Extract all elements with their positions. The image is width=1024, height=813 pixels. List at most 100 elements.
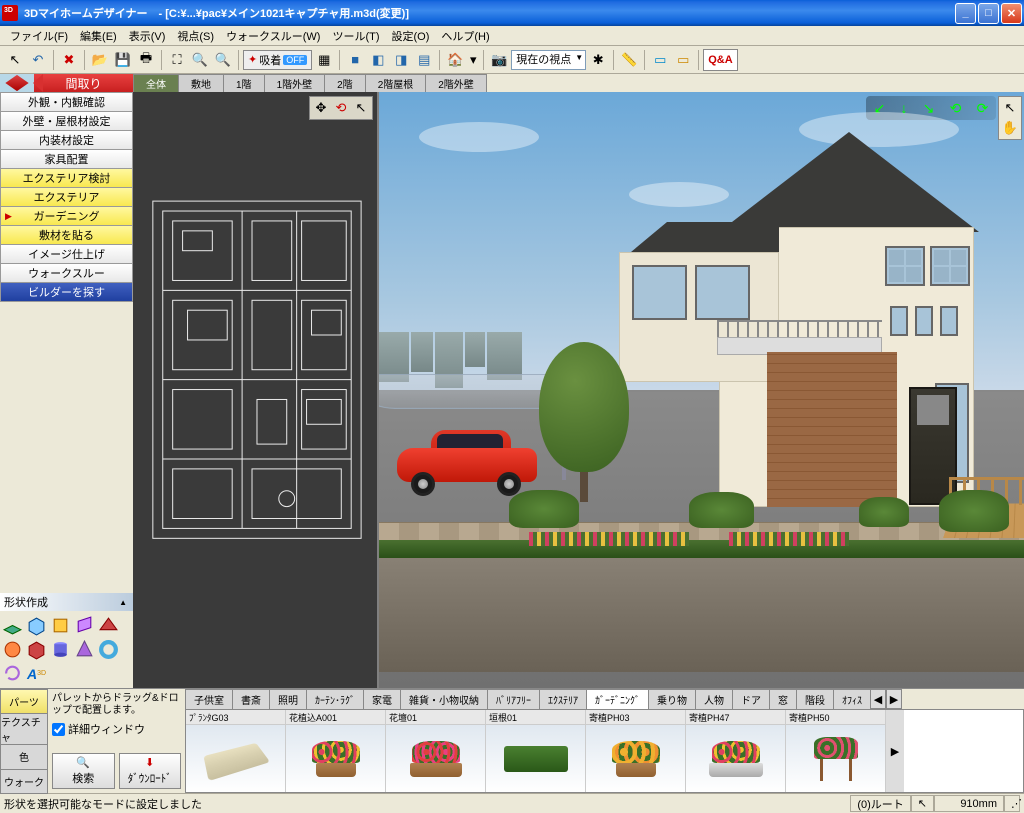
ruler-icon[interactable]: 📏 bbox=[618, 49, 640, 71]
shape-cube-icon[interactable] bbox=[50, 615, 71, 636]
cat-scroll-right[interactable]: ▶ bbox=[886, 689, 902, 709]
close-button[interactable]: ✕ bbox=[1001, 3, 1022, 24]
zoom-fit-icon[interactable]: ⛶ bbox=[166, 49, 188, 71]
undo-icon[interactable]: ↶ bbox=[27, 49, 49, 71]
shape-roof-icon[interactable] bbox=[98, 615, 119, 636]
qa-button[interactable]: Q&A bbox=[703, 49, 737, 71]
menu-walkthrough[interactable]: ウォークスルー(W) bbox=[220, 26, 326, 46]
mode-madori-button[interactable]: 間取り bbox=[34, 74, 133, 92]
nav-wall-roof[interactable]: 外壁・屋根材設定 bbox=[0, 111, 133, 131]
menu-viewpoint[interactable]: 視点(S) bbox=[171, 26, 220, 46]
shape-cone-icon[interactable] bbox=[74, 639, 95, 660]
thumb-item[interactable]: 寄植PH47 bbox=[686, 710, 786, 792]
thumb-item[interactable]: 寄植PH03 bbox=[586, 710, 686, 792]
nav-interior-mat[interactable]: 内装材設定 bbox=[0, 130, 133, 150]
palette-tab-parts[interactable]: パーツ bbox=[0, 689, 48, 714]
render-view[interactable]: ↙↓↘⟲⟳ ↖ ✋ bbox=[379, 92, 1024, 688]
nav-exterior-study[interactable]: エクステリア検討 bbox=[0, 168, 133, 188]
cat-tab[interactable]: ｶｰﾃﾝ･ﾗｸﾞ bbox=[306, 689, 364, 709]
layout2-icon[interactable]: ◧ bbox=[367, 49, 389, 71]
thumb-item[interactable]: 寄植PH50 bbox=[786, 710, 886, 792]
nav-furniture[interactable]: 家具配置 bbox=[0, 149, 133, 169]
cat-tab[interactable]: ドア bbox=[732, 689, 770, 709]
nav-image-finish[interactable]: イメージ仕上げ bbox=[0, 244, 133, 264]
shape-torus-icon[interactable] bbox=[98, 639, 119, 660]
shape-box2-icon[interactable] bbox=[26, 639, 47, 660]
menu-edit[interactable]: 編集(E) bbox=[74, 26, 123, 46]
shape-panel-header[interactable]: 形状作成 bbox=[0, 593, 133, 611]
save-icon[interactable]: 💾 bbox=[112, 49, 134, 71]
minimize-button[interactable]: _ bbox=[955, 3, 976, 24]
detail-window-checkbox[interactable]: 詳細ウィンドウ bbox=[52, 721, 181, 737]
thumb-scroll-right[interactable]: ▶ bbox=[886, 710, 904, 792]
grid-icon[interactable]: ▦ bbox=[313, 49, 335, 71]
download-button[interactable]: ⬇ﾀﾞｳﾝﾛｰﾄﾞ bbox=[119, 753, 182, 789]
menu-settings[interactable]: 設定(O) bbox=[386, 26, 436, 46]
delete-icon[interactable]: ✖ bbox=[58, 49, 80, 71]
cat-tab[interactable]: 照明 bbox=[269, 689, 307, 709]
thumb-item[interactable]: 花植込A001 bbox=[286, 710, 386, 792]
nav-paving[interactable]: 敷材を貼る bbox=[0, 225, 133, 245]
pan-icon[interactable]: ✥ bbox=[312, 99, 330, 117]
rotate-tool-icon[interactable]: ⟲ bbox=[332, 99, 350, 117]
cat-tab-gardening[interactable]: ｶﾞｰﾃﾞﾆﾝｸﾞ bbox=[586, 689, 649, 709]
palette1-icon[interactable]: ▭ bbox=[649, 49, 671, 71]
menu-view[interactable]: 表示(V) bbox=[123, 26, 172, 46]
nav-exterior-interior[interactable]: 外観・内観確認 bbox=[0, 92, 133, 112]
viewpoint-dropdown[interactable]: 現在の視点 bbox=[511, 50, 586, 70]
cat-tab[interactable]: 階段 bbox=[796, 689, 834, 709]
palette-tab-texture[interactable]: テクスチャ bbox=[0, 713, 48, 745]
cat-tab[interactable]: 人物 bbox=[695, 689, 733, 709]
print-icon[interactable]: 🖶 bbox=[135, 49, 157, 71]
dropdown-icon[interactable]: ▾ bbox=[467, 49, 479, 71]
cat-tab[interactable]: ﾊﾞﾘｱﾌﾘｰ bbox=[487, 689, 540, 709]
search-button[interactable]: 🔍検索 bbox=[52, 753, 115, 789]
record-icon[interactable]: ✱ bbox=[587, 49, 609, 71]
layout3-icon[interactable]: ◨ bbox=[390, 49, 412, 71]
zoom-out-icon[interactable]: 🔍 bbox=[212, 49, 234, 71]
thumb-item[interactable]: ﾌﾟﾗﾝﾀG03 bbox=[186, 710, 286, 792]
zoom-in-icon[interactable]: 🔍 bbox=[189, 49, 211, 71]
home-icon[interactable]: 🏠 bbox=[444, 49, 466, 71]
status-resize-grip[interactable]: ⋰ bbox=[1004, 795, 1020, 812]
floor-tab-2f-roof[interactable]: 2階屋根 bbox=[365, 74, 427, 92]
nav-builder[interactable]: ビルダーを探す bbox=[0, 282, 133, 302]
layout1-icon[interactable]: ■ bbox=[344, 49, 366, 71]
cat-tab[interactable]: 乗り物 bbox=[648, 689, 696, 709]
pointer-icon[interactable]: ↖ bbox=[4, 49, 26, 71]
palette-tab-walk[interactable]: ウォーク bbox=[0, 769, 48, 794]
shape-floor-icon[interactable] bbox=[2, 615, 23, 636]
thumb-item[interactable]: 垣根01 bbox=[486, 710, 586, 792]
cat-tab[interactable]: 窓 bbox=[769, 689, 797, 709]
floor-tab-all[interactable]: 全体 bbox=[133, 74, 179, 92]
open-icon[interactable]: 📂 bbox=[89, 49, 111, 71]
shape-panel-icon[interactable] bbox=[74, 615, 95, 636]
floor-tab-1f-wall[interactable]: 1階外壁 bbox=[264, 74, 326, 92]
maximize-button[interactable]: □ bbox=[978, 3, 999, 24]
palette-tab-color[interactable]: 色 bbox=[0, 744, 48, 769]
shape-sphere-icon[interactable] bbox=[2, 639, 23, 660]
wireframe-view[interactable]: ✥ ⟲ ↖ bbox=[133, 92, 379, 688]
thumb-item[interactable]: 花壇01 bbox=[386, 710, 486, 792]
nav-exterior[interactable]: エクステリア bbox=[0, 187, 133, 207]
cat-tab[interactable]: 書斎 bbox=[232, 689, 270, 709]
shape-rotate-icon[interactable] bbox=[2, 663, 23, 684]
floor-tab-1f[interactable]: 1階 bbox=[223, 74, 265, 92]
menu-help[interactable]: ヘルプ(H) bbox=[435, 26, 495, 46]
select-tool-icon[interactable]: ↖ bbox=[352, 99, 370, 117]
cat-tab[interactable]: ｵﾌｨｽ bbox=[833, 689, 871, 709]
shape-cylinder-icon[interactable] bbox=[50, 639, 71, 660]
menu-tool[interactable]: ツール(T) bbox=[326, 26, 385, 46]
cat-tab[interactable]: ｴｸｽﾃﾘｱ bbox=[539, 689, 587, 709]
nav-gardening[interactable]: ガーデニング bbox=[0, 206, 133, 226]
cat-tab[interactable]: 雑貨・小物収納 bbox=[400, 689, 488, 709]
cat-tab[interactable]: 家電 bbox=[363, 689, 401, 709]
palette2-icon[interactable]: ▭ bbox=[672, 49, 694, 71]
camera-icon[interactable]: 📷 bbox=[488, 49, 510, 71]
cat-scroll-left[interactable]: ◀ bbox=[870, 689, 886, 709]
floor-tab-2f[interactable]: 2階 bbox=[324, 74, 366, 92]
floor-tab-site[interactable]: 敷地 bbox=[178, 74, 224, 92]
shape-text-icon[interactable]: A3D bbox=[26, 663, 47, 684]
menu-file[interactable]: ファイル(F) bbox=[4, 26, 74, 46]
cat-tab[interactable]: 子供室 bbox=[185, 689, 233, 709]
